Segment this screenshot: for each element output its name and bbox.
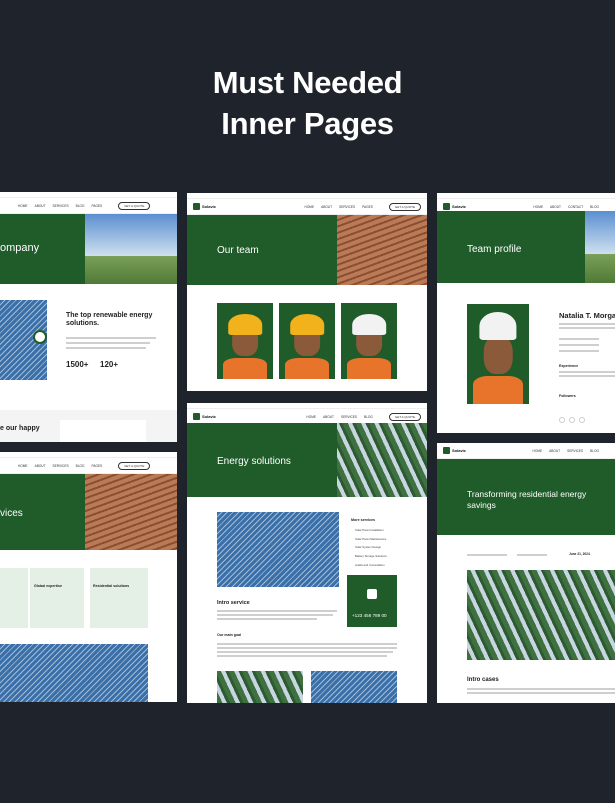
section-subtitle: Our main goal bbox=[217, 633, 242, 637]
solar-array-image bbox=[0, 644, 148, 702]
service-card-residential[interactable]: Residential solutions bbox=[90, 568, 148, 628]
service-link[interactable]: Solar Panel Installation bbox=[355, 526, 387, 535]
followers-heading: Followers bbox=[559, 394, 576, 398]
about-hero-title: ompany bbox=[0, 242, 40, 254]
logo-icon bbox=[367, 589, 377, 599]
about-bottom-heading: e our happy bbox=[0, 425, 40, 432]
service-link[interactable]: Battery Storage Solutions bbox=[355, 552, 387, 561]
phone-number[interactable]: +123 456 789 00 bbox=[352, 613, 387, 618]
energy-hero-title: Energy solutions bbox=[217, 456, 291, 467]
team-member-card[interactable] bbox=[341, 303, 397, 379]
solar-field-aerial-image bbox=[337, 423, 427, 497]
about-hero: ompany bbox=[0, 214, 177, 284]
section-title: Intro service bbox=[217, 600, 250, 606]
case-image bbox=[467, 570, 615, 660]
case-hero-title: Transforming residential energy savings bbox=[467, 489, 587, 510]
experience-heading: Experience bbox=[559, 364, 579, 368]
profile-hero-title: Team profile bbox=[467, 244, 522, 255]
twitter-icon[interactable] bbox=[569, 417, 575, 423]
stat-clients: 120+ bbox=[100, 360, 119, 369]
headline-line-1: Must Needed bbox=[212, 65, 403, 100]
team-page-preview: Solavic HOME ABOUT SERVICES PAGES GET A QUOTE… bbox=[187, 193, 427, 391]
contact-box: +123 456 789 00 bbox=[347, 575, 397, 627]
linkedin-icon[interactable] bbox=[579, 417, 585, 423]
case-section-title: Intro cases bbox=[467, 677, 499, 683]
installer-image bbox=[217, 512, 339, 587]
service-card-global[interactable]: Global expertise bbox=[30, 568, 84, 628]
services-page-preview: HOME ABOUT SERVICES BLOG PAGES GET A QUOTE vi… bbox=[0, 452, 177, 702]
service-link[interactable]: Solar Panel Maintenance bbox=[355, 535, 387, 544]
profile-page-preview: Solavic HOME ABOUT CONTACT BLOG Team profile… bbox=[437, 193, 615, 433]
play-icon[interactable] bbox=[33, 330, 47, 344]
team-hero-title: Our team bbox=[217, 245, 259, 256]
about-page-preview: HOME ABOUT SERVICES BLOG PAGES GET A QUOTE om… bbox=[0, 192, 177, 442]
service-link[interactable]: Solar System Design bbox=[355, 543, 387, 552]
services-hero: vices bbox=[0, 474, 177, 550]
headline-line-2: Inner Pages bbox=[221, 106, 394, 141]
case-date: June 21, 2024 bbox=[569, 552, 590, 556]
stat-projects: 1500+ bbox=[66, 360, 89, 369]
about-nav: HOME ABOUT SERVICES BLOG PAGES GET A QUOTE bbox=[0, 198, 177, 214]
desert-solar-image bbox=[85, 474, 177, 550]
services-list: Solar Panel Installation Solar Panel Mai… bbox=[355, 526, 387, 570]
about-heading: The top renewable energy solutions. bbox=[66, 312, 153, 327]
services-hero-title: vices bbox=[0, 508, 23, 519]
quote-button[interactable]: GET A QUOTE bbox=[118, 201, 151, 210]
profile-name: Natalia T. Morgan bbox=[559, 311, 615, 320]
solar-field-image bbox=[85, 214, 177, 284]
headline: Must Needed Inner Pages bbox=[0, 62, 615, 144]
profile-photo bbox=[467, 304, 529, 404]
sidebar-title: More services bbox=[351, 518, 375, 522]
case-page-preview: Solavic HOME ABOUT SERVICES BLOG Transformin… bbox=[437, 443, 615, 703]
team-member-card[interactable] bbox=[279, 303, 335, 379]
energy-page-preview: Solavic HOME ABOUT SERVICES BLOG GET A QUOTE … bbox=[187, 403, 427, 703]
service-link[interactable]: Audits and Consultation bbox=[355, 561, 387, 570]
team-member-card[interactable] bbox=[217, 303, 273, 379]
facebook-icon[interactable] bbox=[559, 417, 565, 423]
roof-workers-image bbox=[337, 215, 427, 285]
